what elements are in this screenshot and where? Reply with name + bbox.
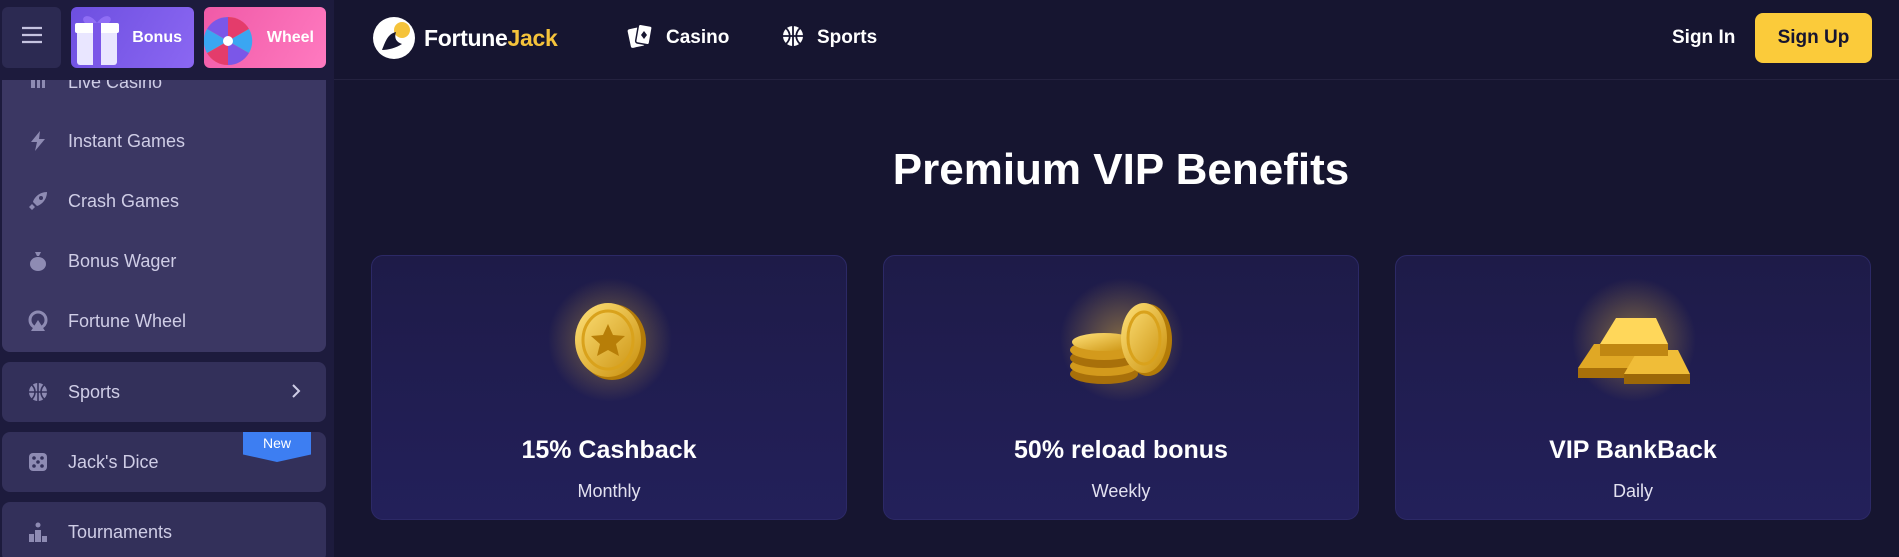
fortune-wheel-icon — [204, 7, 260, 68]
benefit-card-cashback: 15% Cashback Monthly — [371, 255, 847, 520]
sidebar-menu: Live Casino Instant Games Crash Games Bo… — [2, 58, 326, 352]
basketball-icon — [781, 24, 805, 53]
sidebar-item-sports[interactable]: Sports — [2, 362, 326, 422]
lightning-icon — [26, 129, 50, 153]
basketball-icon — [26, 380, 50, 404]
logo-text: FortuneJack — [424, 24, 558, 51]
sidebar: Live Casino Instant Games Crash Games Bo… — [0, 0, 334, 557]
benefit-card-bankback: VIP BankBack Daily — [1395, 255, 1871, 520]
rocket-icon — [26, 189, 50, 213]
benefit-card-reload: 50% reload bonus Weekly — [883, 255, 1359, 520]
sidebar-item-label: Bonus Wager — [68, 250, 177, 271]
wheel-promo-label: Wheel — [266, 29, 314, 46]
cards-icon — [626, 22, 654, 54]
money-bag-icon — [26, 249, 50, 273]
gold-bars-icon — [1564, 278, 1704, 408]
sidebar-item-label: Tournaments — [68, 521, 173, 542]
gift-icon — [71, 7, 127, 68]
benefit-title: VIP BankBack — [1549, 436, 1717, 464]
hamburger-icon — [21, 26, 43, 49]
sign-up-button[interactable]: Sign Up — [1755, 13, 1872, 63]
sidebar-item-crash-games[interactable]: Crash Games — [2, 181, 326, 221]
sidebar-item-tournaments[interactable]: Tournaments — [2, 502, 326, 557]
menu-toggle-button[interactable] — [2, 7, 61, 68]
wheel-promo-button[interactable]: Wheel — [204, 7, 326, 68]
dice-icon — [26, 450, 50, 474]
page-title: Premium VIP Benefits — [892, 145, 1350, 194]
sidebar-item-jacks-dice[interactable]: Jack's Dice New — [2, 432, 326, 492]
coin-stack-icon — [1052, 278, 1192, 408]
chevron-right-icon — [290, 382, 302, 405]
benefit-frequency: Weekly — [1091, 481, 1151, 501]
bonus-promo-label: Bonus — [132, 29, 182, 46]
sign-in-link[interactable]: Sign In — [1672, 22, 1735, 54]
sidebar-item-label: Crash Games — [68, 190, 180, 211]
nav-sports-label: Sports — [817, 27, 878, 48]
top-header: FortuneJack Casino Sports Sign In Sign U… — [334, 0, 1899, 80]
benefit-frequency: Daily — [1612, 481, 1653, 501]
podium-icon — [26, 520, 50, 544]
sidebar-item-label: Instant Games — [68, 130, 186, 151]
nav-sports[interactable]: Sports — [781, 22, 877, 54]
sidebar-item-fortune-wheel[interactable]: Fortune Wheel — [2, 301, 326, 341]
benefit-title: 50% reload bonus — [1014, 436, 1228, 464]
nav-casino[interactable]: Casino — [626, 22, 729, 54]
wheel-icon — [26, 309, 50, 333]
benefit-frequency: Monthly — [577, 481, 641, 501]
sidebar-item-instant-games[interactable]: Instant Games — [2, 121, 326, 161]
sidebar-top-bar: Bonus Wheel — [0, 0, 334, 80]
logo-icon — [372, 16, 416, 60]
sidebar-item-label: Fortune Wheel — [68, 310, 187, 331]
benefit-title: 15% Cashback — [521, 436, 697, 464]
sidebar-item-bonus-wager[interactable]: Bonus Wager — [2, 241, 326, 281]
sidebar-item-label: Sports — [68, 381, 121, 402]
new-badge: New — [243, 432, 311, 462]
gold-coin-icon — [540, 278, 680, 408]
nav-casino-label: Casino — [666, 27, 730, 48]
sidebar-item-label: Jack's Dice — [68, 451, 159, 472]
bonus-promo-button[interactable]: Bonus — [71, 7, 194, 68]
fortunejack-logo[interactable]: FortuneJack — [372, 16, 558, 60]
